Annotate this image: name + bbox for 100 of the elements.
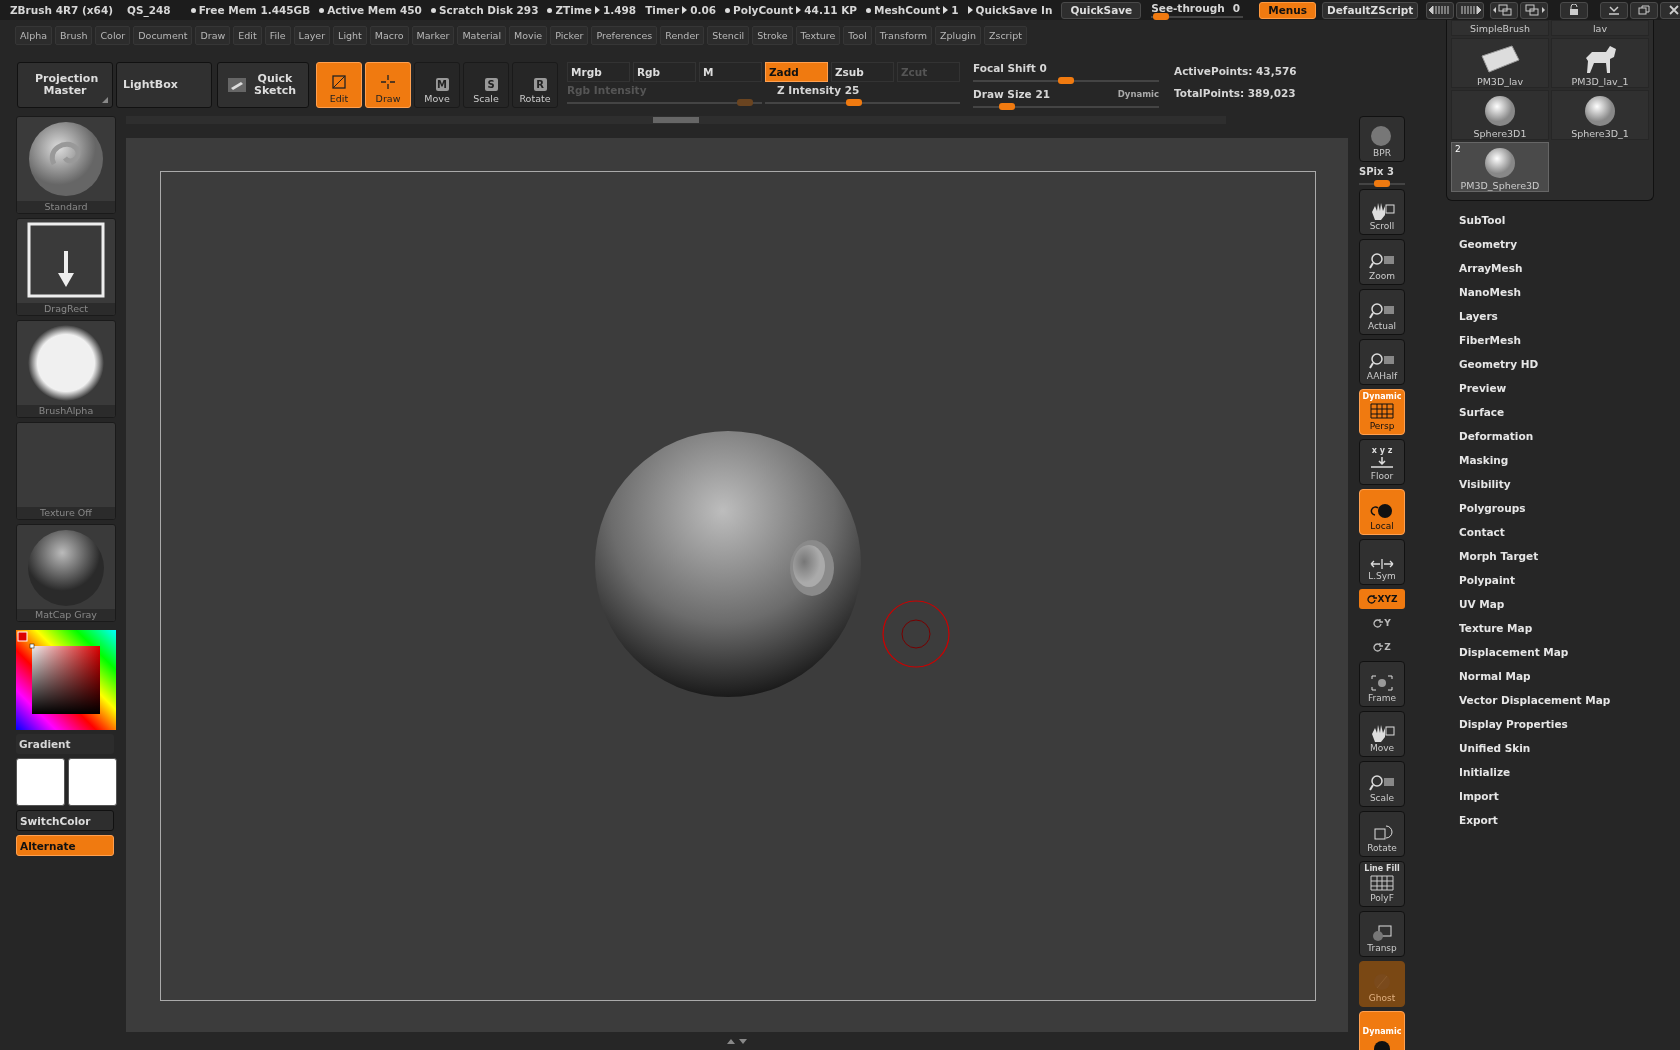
tool-thumbnail[interactable]: Sphere3D1 — [1451, 90, 1549, 140]
shelf-button[interactable]: Frame — [1359, 661, 1405, 707]
shelf-button[interactable]: Scroll — [1359, 189, 1405, 235]
menu-item[interactable]: Alpha — [15, 25, 52, 45]
script-button[interactable]: DefaultZScript — [1322, 1, 1419, 19]
tool-thumbnail[interactable]: Sphere3D_1 — [1551, 90, 1649, 140]
tool-menu-item[interactable]: Normal Map — [1459, 664, 1680, 688]
shelf-button[interactable]: Actual — [1359, 289, 1405, 335]
thumbnail-button[interactable]: Texture Off — [16, 422, 116, 520]
menu-item[interactable]: Edit — [233, 25, 262, 45]
thumbnail-button[interactable]: MatCap Gray — [16, 524, 116, 622]
tool-menu-item[interactable]: Export — [1459, 808, 1680, 832]
quicksave-button[interactable]: QuickSave — [1061, 1, 1142, 19]
dynamic-toggle[interactable]: Dynamic — [1117, 89, 1159, 99]
tool-menu-item[interactable]: UV Map — [1459, 592, 1680, 616]
menu-item[interactable]: Texture — [795, 25, 841, 45]
menu-item[interactable]: Macro — [369, 25, 409, 45]
thumbnail-button[interactable]: BrushAlpha — [16, 320, 116, 418]
axis-button[interactable]: XYZ — [1359, 589, 1405, 609]
tool-menu-item[interactable]: Masking — [1459, 448, 1680, 472]
transform-button[interactable]: R Rotate — [512, 62, 558, 108]
menu-item[interactable]: Brush — [55, 25, 93, 45]
shelf-button[interactable]: L.Sym — [1359, 539, 1405, 585]
status-value: QuickSave In — [975, 4, 1053, 16]
menu-item[interactable]: Marker — [411, 25, 455, 45]
mode-button[interactable]: Zsub — [831, 62, 894, 82]
shelf-button[interactable]: BPR — [1359, 116, 1405, 162]
mode-button[interactable]: Zadd — [765, 62, 828, 82]
tool-menu-item[interactable]: Initialize — [1459, 760, 1680, 784]
tool-menu-item[interactable]: Import — [1459, 784, 1680, 808]
shelf-button[interactable]: Scale — [1359, 761, 1405, 807]
transform-button[interactable]: M Move — [414, 62, 460, 108]
transform-button[interactable]: S Scale — [463, 62, 509, 108]
tool-menu-item[interactable]: Preview — [1459, 376, 1680, 400]
thumbnail-button[interactable]: Standard — [16, 116, 116, 214]
projection-master-button[interactable]: Projection Master — [17, 62, 113, 108]
tool-thumbnail[interactable]: SimpleBrush — [1451, 20, 1549, 36]
menu-item[interactable]: Stencil — [707, 25, 750, 45]
quick-sketch-button[interactable]: Quick Sketch — [217, 62, 309, 108]
tool-menu-item[interactable]: Geometry HD — [1459, 352, 1680, 376]
menu-item[interactable]: Light — [333, 25, 367, 45]
thumbnail-button[interactable]: DragRect — [16, 218, 116, 316]
transform-button[interactable]: Draw — [365, 62, 411, 108]
menu-item[interactable]: Stroke — [752, 25, 793, 45]
alternate-button[interactable]: Alternate — [16, 835, 114, 856]
tool-menu-item[interactable]: Geometry — [1459, 232, 1680, 256]
tool-menu-item[interactable]: Vector Displacement Map — [1459, 688, 1680, 712]
menu-item[interactable]: Document — [133, 25, 193, 45]
tool-menu-item[interactable]: Deformation — [1459, 424, 1680, 448]
menus-button[interactable]: Menus — [1259, 1, 1316, 19]
tool-thumbnail[interactable]: lav — [1551, 20, 1649, 36]
shelf-button[interactable]: Zoom — [1359, 239, 1405, 285]
tool-thumbnail[interactable]: PM3D_lav_1 — [1551, 38, 1649, 88]
transform-button[interactable]: Edit — [316, 62, 362, 108]
mode-button[interactable]: Rgb — [633, 62, 696, 82]
menu-item[interactable]: Draw — [195, 25, 231, 45]
menu-item[interactable]: Preferences — [591, 25, 658, 45]
shelf-button[interactable]: Line Fill PolyF — [1359, 861, 1405, 907]
tool-menu-item[interactable]: Unified Skin — [1459, 736, 1680, 760]
tool-menu-item[interactable]: Surface — [1459, 400, 1680, 424]
menu-item[interactable]: Zscript — [983, 25, 1027, 45]
menu-item[interactable]: Tool — [843, 25, 872, 45]
shelf-button[interactable]: Transp — [1359, 911, 1405, 957]
mode-button[interactable]: M — [699, 62, 762, 82]
shelf-button[interactable]: x y z Floor — [1359, 439, 1405, 485]
menu-item[interactable]: Transform — [874, 25, 933, 45]
tool-thumbnail[interactable]: PM3D_lav — [1451, 38, 1549, 88]
tool-menu-item[interactable]: Visibility — [1459, 472, 1680, 496]
menu-item[interactable]: Zplugin — [935, 25, 981, 45]
tool-menu-item[interactable]: FiberMesh — [1459, 328, 1680, 352]
menu-item[interactable]: Render — [660, 25, 705, 45]
tool-menu-item[interactable]: Displacement Map — [1459, 640, 1680, 664]
tool-thumbnail[interactable]: 2 PM3D_Sphere3D — [1451, 142, 1549, 192]
shelf-button[interactable]: Local — [1359, 489, 1405, 535]
switch-color-button[interactable]: SwitchColor — [16, 810, 114, 831]
shelf-button[interactable]: Move — [1359, 711, 1405, 757]
shelf-button[interactable]: Rotate — [1359, 811, 1405, 857]
axis-button[interactable]: Z — [1359, 637, 1405, 657]
menu-item[interactable]: Movie — [509, 25, 548, 45]
slider-label: Z Intensity 25 — [776, 84, 861, 96]
shelf-button[interactable]: AAHalf — [1359, 339, 1405, 385]
tool-menu-item[interactable]: Polypaint — [1459, 568, 1680, 592]
mode-button[interactable]: Mrgb — [567, 62, 630, 82]
tool-menu-item[interactable]: Display Properties — [1459, 712, 1680, 736]
menu-item[interactable]: Picker — [550, 25, 589, 45]
shelf-button[interactable]: Dynamic Persp — [1359, 389, 1405, 435]
tool-menu-item[interactable]: Polygroups — [1459, 496, 1680, 520]
tool-menu-item[interactable]: SubTool — [1459, 208, 1680, 232]
lightbox-button[interactable]: LightBox — [116, 62, 212, 108]
tool-menu-item[interactable]: Contact — [1459, 520, 1680, 544]
tool-menu-item[interactable]: ArrayMesh — [1459, 256, 1680, 280]
menu-item[interactable]: Color — [95, 25, 131, 45]
tool-menu-item[interactable]: NanoMesh — [1459, 280, 1680, 304]
menu-item[interactable]: Layer — [293, 25, 331, 45]
axis-button[interactable]: Y — [1359, 613, 1405, 633]
tool-menu-item[interactable]: Texture Map — [1459, 616, 1680, 640]
tool-menu-item[interactable]: Layers — [1459, 304, 1680, 328]
tool-menu-item[interactable]: Morph Target — [1459, 544, 1680, 568]
menu-item[interactable]: File — [264, 25, 291, 45]
menu-item[interactable]: Material — [457, 25, 506, 45]
